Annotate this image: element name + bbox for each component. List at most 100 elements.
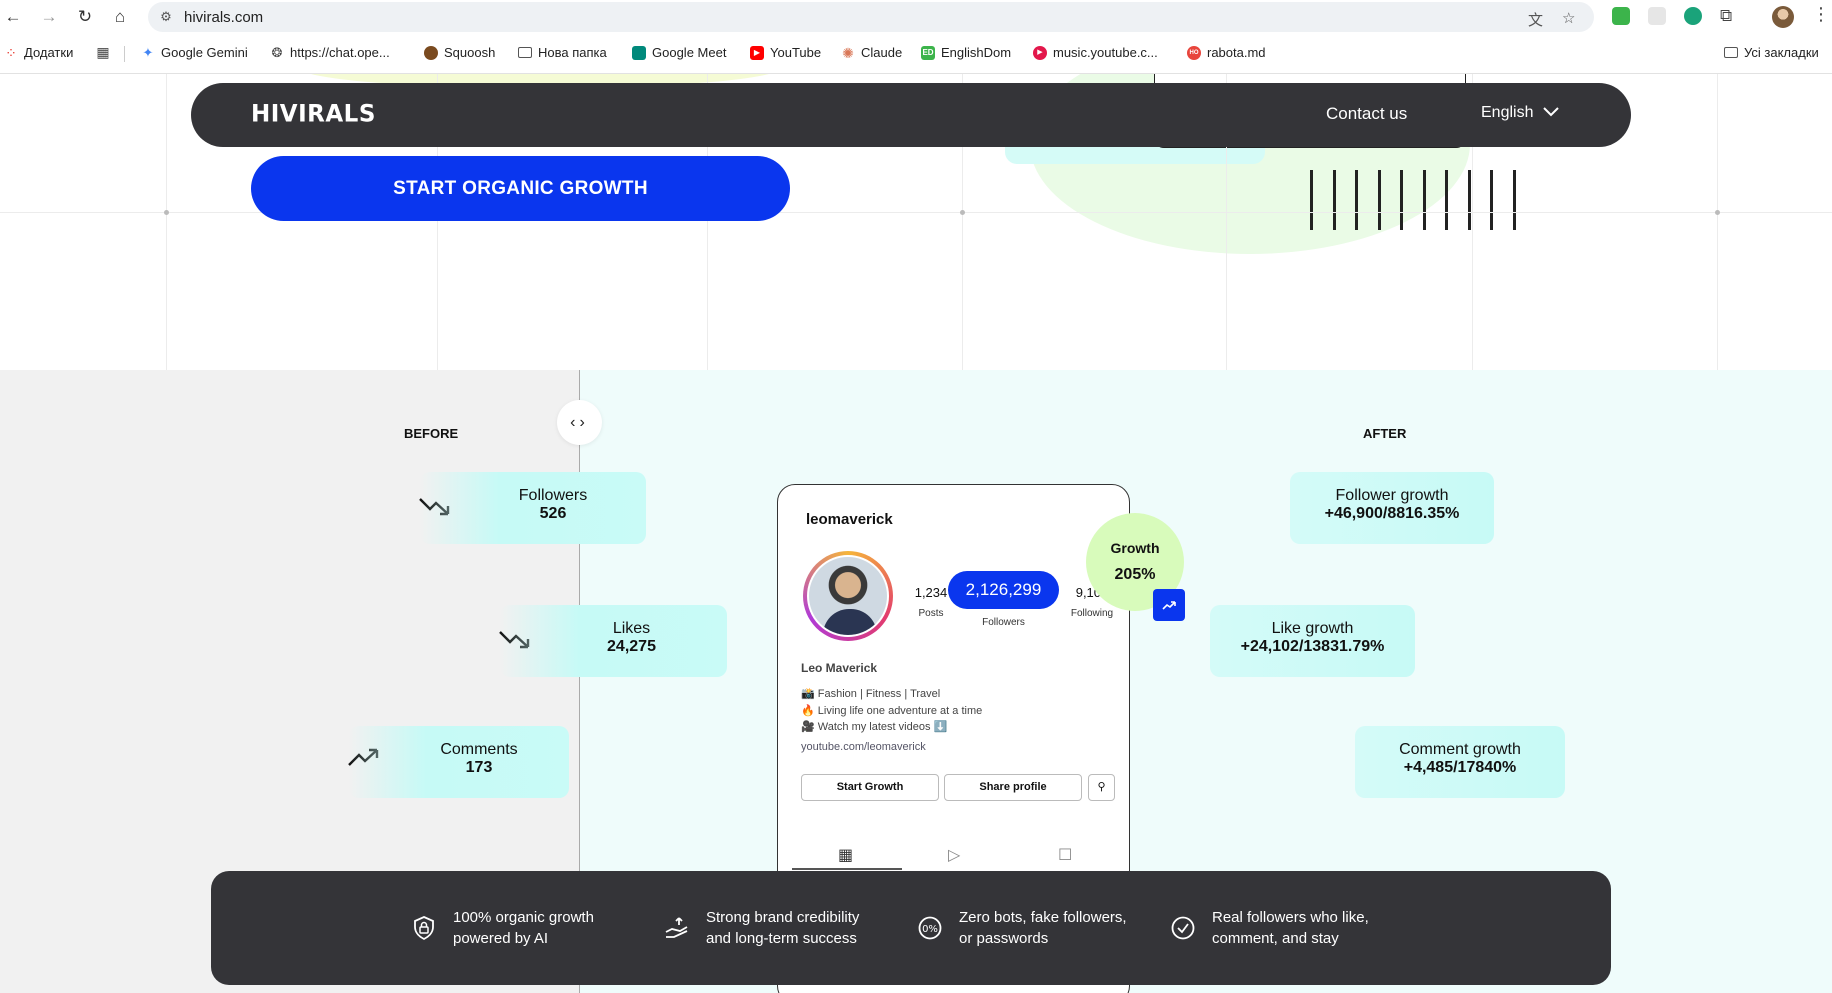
contact-us-link[interactable]: Contact us (1326, 104, 1407, 124)
bio-line: 📸 Fashion | Fitness | Travel (801, 688, 941, 700)
before-heading: BEFORE (404, 426, 459, 441)
grid-dot (960, 210, 965, 215)
tab-groups-icon: ▦ (96, 44, 110, 60)
openai-icon: ❂ (271, 44, 283, 60)
bookmark-englishdom[interactable]: ED EnglishDom (921, 45, 1011, 60)
site-logo[interactable]: HIVIRALS (251, 100, 376, 127)
stat-label: Comments (440, 741, 518, 758)
translate-icon[interactable]: 文 (1528, 9, 1543, 30)
stat-label: Like growth (1271, 620, 1354, 637)
folder-icon (518, 47, 532, 58)
profile-bio: 📸 Fashion | Fitness | Travel 🔥 Living li… (801, 686, 982, 736)
stat-value: 173 (465, 759, 493, 776)
extension-vpn-icon[interactable] (1684, 7, 1702, 25)
profile-username: leomaverick (806, 511, 893, 528)
extensions-puzzle-icon[interactable]: ⧉ (1720, 6, 1732, 26)
profile-link[interactable]: youtube.com/leomaverick (801, 741, 926, 753)
stat-label: Follower growth (1335, 487, 1449, 504)
bio-line: 🎥 Watch my latest videos ⬇️ (801, 721, 948, 733)
kebab-menu-icon[interactable]: ⋮ (1812, 4, 1830, 25)
bookmark-youtube-music[interactable]: ▶ music.youtube.c... (1033, 45, 1158, 60)
feature-line: 100% organic growth (453, 909, 594, 926)
before-followers-stat: Followers 526 (420, 472, 646, 544)
profile-avatar[interactable] (1772, 6, 1794, 28)
after-follower-growth-stat: Follower growth +46,900/8816.35% (1290, 472, 1494, 544)
feature-organic: 100% organic growth powered by AI (411, 907, 594, 949)
folder-icon (1724, 47, 1738, 58)
add-person-button[interactable]: ⚲ (1088, 774, 1115, 801)
share-profile-button[interactable]: Share profile (944, 774, 1082, 801)
meet-icon (632, 45, 646, 60)
stat-label: Comment growth (1399, 741, 1521, 758)
grid-line-vertical (166, 74, 167, 370)
bookmark-claude[interactable]: ✺ Claude (841, 45, 902, 60)
followers-count-pill: 2,126,299 (948, 571, 1059, 609)
bookmark-youtube[interactable]: ▶ YouTube (750, 45, 821, 60)
extension-blank-icon[interactable] (1648, 7, 1666, 25)
reels-tab-icon[interactable]: ▷ (948, 845, 960, 865)
web-page: HIVIRALS Contact us English START ORGANI… (0, 74, 1832, 993)
stat-value: 24,275 (607, 638, 656, 655)
bookmark-gemini[interactable]: ✦ Google Gemini (141, 45, 248, 60)
bookmark-all[interactable]: Усі закладки (1724, 45, 1819, 60)
profile-photo (807, 555, 889, 637)
language-label: English (1481, 104, 1534, 121)
bookmark-google-meet[interactable]: Google Meet (632, 45, 726, 60)
address-bar[interactable]: ⚙ hivirals.com 文 ☆ (148, 2, 1594, 32)
profile-display-name: Leo Maverick (801, 661, 878, 675)
home-icon[interactable]: ⌂ (109, 6, 131, 28)
browser-toolbar: ← → ↻ ⌂ ⚙ hivirals.com 文 ☆ ⧉ ⋮ (0, 0, 1832, 34)
svg-text:0%: 0% (922, 924, 938, 935)
feature-credibility: Strong brand credibility and long-term s… (664, 907, 859, 949)
profile-avatar-ring (803, 551, 893, 641)
url-text[interactable]: hivirals.com (184, 9, 263, 26)
zero-percent-icon: 0% (917, 915, 943, 941)
stat-value: +4,485/17840% (1403, 759, 1517, 776)
bookmarks-bar: ⁘ Додатки ▦ ✦ Google Gemini ❂ https://ch… (0, 42, 1832, 66)
shield-icon (411, 915, 437, 941)
stat-value: +24,102/13831.79% (1240, 638, 1385, 655)
bookmark-squoosh[interactable]: Squoosh (424, 45, 495, 60)
feature-line: and long-term success (706, 930, 857, 947)
bookmark-apps[interactable]: ⁘ Додатки (4, 45, 73, 60)
bookmark-new-folder[interactable]: Нова папка (518, 45, 607, 60)
feature-line: Real followers who like, (1212, 909, 1369, 926)
forward-icon[interactable]: → (38, 6, 60, 28)
features-bar: 100% organic growth powered by AI Strong… (211, 871, 1611, 985)
start-growth-button[interactable]: Start Growth (801, 774, 939, 801)
stat-value: +46,900/8816.35% (1324, 505, 1460, 522)
reload-icon[interactable]: ↻ (74, 6, 96, 28)
followers-caption: Followers (982, 617, 1025, 628)
feature-line: Zero bots, fake followers, (959, 909, 1127, 926)
language-selector[interactable]: English (1481, 104, 1560, 122)
comparison-slider-handle[interactable]: ‹› (557, 400, 602, 445)
apps-grid-icon: ⁘ (5, 44, 17, 61)
feature-no-bots: 0% Zero bots, fake followers, or passwor… (917, 907, 1127, 949)
grid-tab-icon[interactable]: ▦ (838, 845, 853, 865)
site-settings-icon[interactable]: ⚙ (158, 9, 174, 25)
add-person-icon: ⚲ (1097, 781, 1106, 793)
tagged-tab-icon[interactable]: ☐ (1058, 845, 1072, 865)
back-icon[interactable]: ← (2, 6, 24, 28)
growth-label: Growth (1110, 540, 1160, 556)
site-navbar: HIVIRALS Contact us English (191, 83, 1631, 147)
feature-line: Strong brand credibility (706, 909, 860, 926)
bio-line: 🔥 Living life one adventure at a time (801, 704, 983, 717)
bookmark-chatgpt[interactable]: ❂ https://chat.ope... (270, 45, 390, 60)
bookmarks-separator (124, 46, 125, 62)
claude-icon: ✺ (842, 44, 854, 61)
growth-value: 205% (1114, 566, 1156, 583)
check-circle-icon (1170, 915, 1196, 941)
extension-shield-icon[interactable] (1612, 7, 1630, 25)
feature-line: powered by AI (453, 930, 549, 947)
bookmark-star-icon[interactable]: ☆ (1562, 9, 1575, 27)
stat-label: Likes (612, 620, 651, 637)
before-comments-stat: Comments 173 (349, 726, 569, 798)
before-likes-stat: Likes 24,275 (500, 605, 727, 677)
after-heading: AFTER (1363, 426, 1407, 441)
feature-line: or passwords (959, 930, 1049, 947)
stat-value: 526 (539, 505, 567, 522)
bookmark-tab-groups[interactable]: ▦ (96, 45, 110, 59)
bookmark-rabota[interactable]: HO rabota.md (1187, 45, 1266, 60)
start-organic-growth-button[interactable]: START ORGANIC GROWTH (251, 156, 790, 221)
